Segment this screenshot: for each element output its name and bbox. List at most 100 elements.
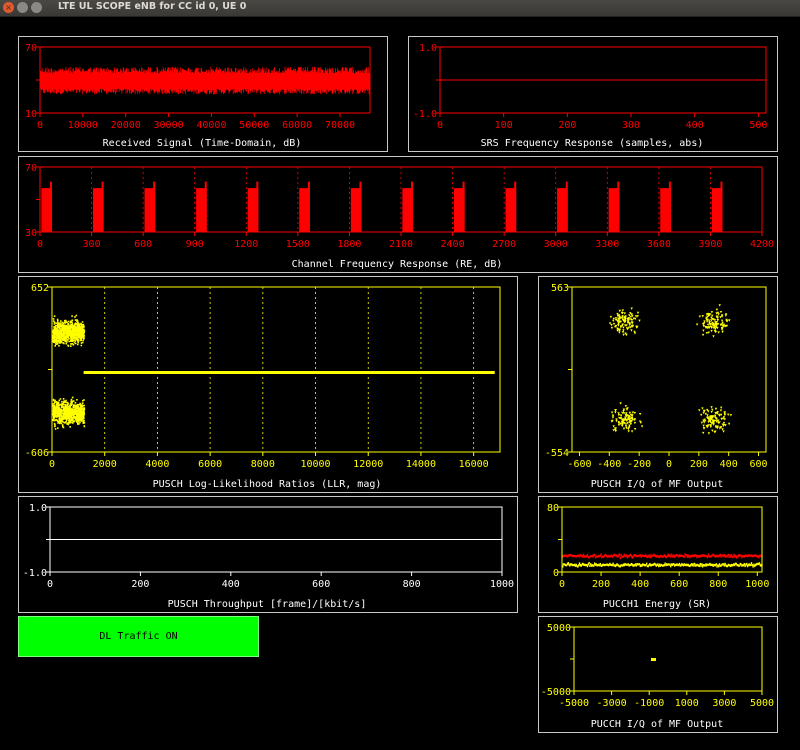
x-tick-label: 300 — [83, 239, 101, 250]
llr-points — [52, 314, 86, 430]
srs-plot: 0 100 200 300 400 500 1.0 -1.0 — [413, 43, 767, 131]
x-tick-label: -200 — [627, 459, 651, 470]
channel-bar-peak — [256, 181, 259, 232]
x-tick-label: -600 — [567, 459, 591, 470]
pucch-iq-point — [650, 658, 656, 661]
channel-bar-peak — [617, 181, 620, 232]
x-tick-label: 100 — [495, 120, 513, 131]
x-tick-label: 1800 — [337, 239, 361, 250]
llr-title: PUSCH Log-Likelihood Ratios (LLR, mag) — [152, 479, 382, 490]
pusch-iq-plot: -600 -400 -200 0 200 400 600 563 -554 — [545, 283, 768, 470]
pucch-iq-title: PUCCH I/Q of MF Output — [590, 719, 724, 730]
channel-bar-peak — [720, 181, 723, 232]
pucch1-energy-series — [562, 553, 763, 560]
pucch-iq-plot: -5000 -3000 -1000 1000 3000 5000 5000 -5000 — [541, 623, 774, 709]
channel-bar-peak — [462, 181, 465, 232]
x-tick-label: -400 — [597, 459, 621, 470]
llr-svg: 0 2000 4000 6000 8000 10000 12000 14000 16000 652… — [25, 283, 501, 470]
x-tick-label: 12000 — [353, 459, 383, 470]
x-tick-label: 4200 — [750, 239, 774, 250]
y-tick-label: -1.0 — [413, 109, 437, 120]
x-tick-label: 600 — [134, 239, 152, 250]
y-tick-label: -1.0 — [23, 568, 47, 579]
channel-bar-peak — [153, 181, 156, 232]
x-tick-label: -3000 — [597, 698, 627, 709]
y-tick-label: 0 — [553, 568, 559, 579]
dl-traffic-button[interactable]: DL Traffic ON — [18, 616, 259, 657]
x-tick-label: -1000 — [634, 698, 664, 709]
x-tick-label: 30000 — [154, 120, 184, 131]
x-tick-label: 3000 — [544, 239, 568, 250]
pusch-iq-svg: -600 -400 -200 0 200 400 600 563 -554 — [545, 283, 768, 470]
x-tick-label: 600 — [750, 459, 768, 470]
x-tick-label: 3000 — [712, 698, 736, 709]
x-tick-label: 70000 — [325, 120, 355, 131]
channel-freq-plot: 0 300 600 900 1200 1500 1800 2100 2400 2700 3000 33… — [25, 163, 774, 250]
plot-frame — [51, 286, 501, 453]
x-tick-label: 0 — [437, 120, 443, 131]
x-tick-label: 60000 — [282, 120, 312, 131]
llr-plot: 0 2000 4000 6000 8000 10000 12000 14000 16000 652… — [25, 283, 501, 470]
x-tick-label: 0 — [47, 579, 53, 590]
y-tick-label: 1.0 — [29, 503, 47, 514]
x-tick-label: 2700 — [492, 239, 516, 250]
x-tick-label: 3300 — [595, 239, 619, 250]
x-tick-label: 4000 — [145, 459, 169, 470]
y-tick-label: 10 — [25, 109, 37, 120]
x-tick-label: 800 — [403, 579, 421, 590]
pucch1-energy-svg: 0 200 400 600 800 1000800 — [547, 503, 769, 590]
x-tick-label: 50000 — [239, 120, 269, 131]
x-tick-label: 1200 — [234, 239, 258, 250]
pucch1-energy-series — [562, 561, 763, 568]
channel-bar-peak — [359, 181, 362, 232]
x-tick-label: 800 — [709, 579, 727, 590]
x-tick-label: -5000 — [559, 698, 589, 709]
channel-freq-svg: 0 300 600 900 1200 1500 1800 2100 2400 2700 3000 33… — [25, 163, 774, 250]
y-tick-label: -554 — [545, 448, 569, 459]
x-tick-label: 900 — [186, 239, 204, 250]
x-tick-label: 6000 — [198, 459, 222, 470]
y-tick-label: 652 — [31, 283, 49, 294]
channel-bar-peak — [50, 181, 53, 232]
x-tick-label: 5000 — [750, 698, 774, 709]
x-tick-label: 200 — [690, 459, 708, 470]
x-tick-label: 3900 — [698, 239, 722, 250]
channel-bar-peak — [514, 181, 517, 232]
x-tick-label: 400 — [720, 459, 738, 470]
received-signal-svg: 0 10000 20000 30000 40000 50000 60000 70000 70 10 — [25, 43, 371, 131]
received-signal-trace — [39, 66, 371, 95]
y-tick-label: -606 — [25, 448, 49, 459]
x-tick-label: 1500 — [286, 239, 310, 250]
throughput-title: PUSCH Throughput [frame]/[kbit/s] — [167, 599, 367, 610]
y-tick-label: 30 — [25, 228, 37, 239]
x-tick-label: 500 — [749, 120, 767, 131]
x-tick-label: 10000 — [300, 459, 330, 470]
srs-title: SRS Frequency Response (samples, abs) — [480, 138, 704, 149]
x-tick-label: 14000 — [406, 459, 436, 470]
x-tick-label: 20000 — [111, 120, 141, 131]
throughput-svg: 0 200 400 600 800 1000 1.0 -1.0 — [23, 503, 514, 590]
x-tick-label: 400 — [631, 579, 649, 590]
x-tick-label: 2400 — [441, 239, 465, 250]
x-tick-label: 400 — [686, 120, 704, 131]
x-tick-label: 2000 — [93, 459, 117, 470]
received-signal-title: Received Signal (Time-Domain, dB) — [102, 138, 302, 149]
maximize-icon[interactable] — [31, 2, 42, 13]
x-tick-label: 2100 — [389, 239, 413, 250]
x-tick-label: 400 — [222, 579, 240, 590]
srs-svg: 0 100 200 300 400 500 1.0 -1.0 — [413, 43, 767, 131]
x-tick-label: 16000 — [459, 459, 489, 470]
x-tick-label: 40000 — [196, 120, 226, 131]
x-tick-label: 1000 — [745, 579, 769, 590]
y-tick-label: 70 — [25, 163, 37, 174]
x-tick-label: 0 — [666, 459, 672, 470]
dl-traffic-label: DL Traffic ON — [99, 631, 178, 642]
minimize-icon[interactable] — [17, 2, 28, 13]
x-tick-label: 1000 — [675, 698, 699, 709]
x-tick-label: 0 — [37, 239, 43, 250]
x-tick-label: 10000 — [68, 120, 98, 131]
pucch-iq-svg: -5000 -3000 -1000 1000 3000 5000 5000 -5000 — [541, 623, 774, 709]
close-icon[interactable]: × — [3, 2, 14, 13]
x-tick-label: 600 — [670, 579, 688, 590]
received-signal-plot: 0 10000 20000 30000 40000 50000 60000 70000 70 10 — [25, 43, 371, 131]
